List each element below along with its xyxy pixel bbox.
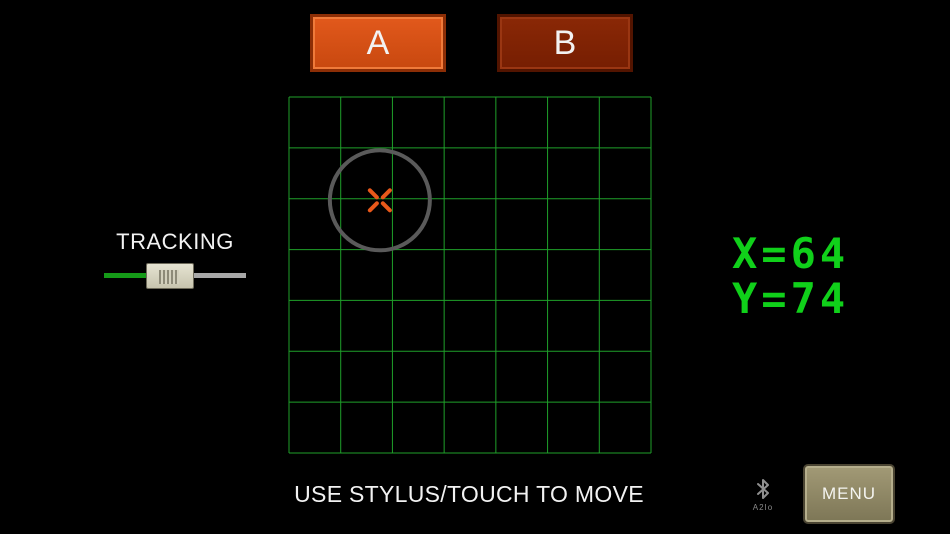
crosshair-arm — [367, 201, 379, 213]
touch-pad[interactable] — [288, 96, 652, 454]
tracking-slider-track — [192, 273, 246, 278]
y-coordinate-readout: Y=74 — [732, 274, 850, 323]
tracking-slider[interactable] — [104, 262, 246, 290]
cursor-ring[interactable] — [327, 148, 432, 253]
a-button[interactable]: A — [310, 14, 446, 72]
bluetooth-icon — [757, 479, 769, 499]
tracking-slider-fill — [104, 273, 148, 278]
crosshair-arm — [367, 188, 379, 200]
slider-grip-icon — [159, 270, 179, 284]
pad-grid — [288, 96, 652, 454]
b-button[interactable]: B — [497, 14, 633, 72]
crosshair-arm — [380, 201, 392, 213]
tracking-label: TRACKING — [116, 229, 234, 254]
menu-button[interactable]: MENU — [803, 464, 895, 524]
crosshair-arm — [380, 188, 392, 200]
x-coordinate-readout: X=64 — [732, 229, 850, 278]
crosshair-x-icon — [367, 188, 392, 213]
instruction-text: USE STYLUS/TOUCH TO MOVE — [294, 481, 644, 507]
tracking-slider-handle[interactable] — [146, 263, 194, 289]
bluetooth-caption: A2Io — [752, 503, 774, 512]
